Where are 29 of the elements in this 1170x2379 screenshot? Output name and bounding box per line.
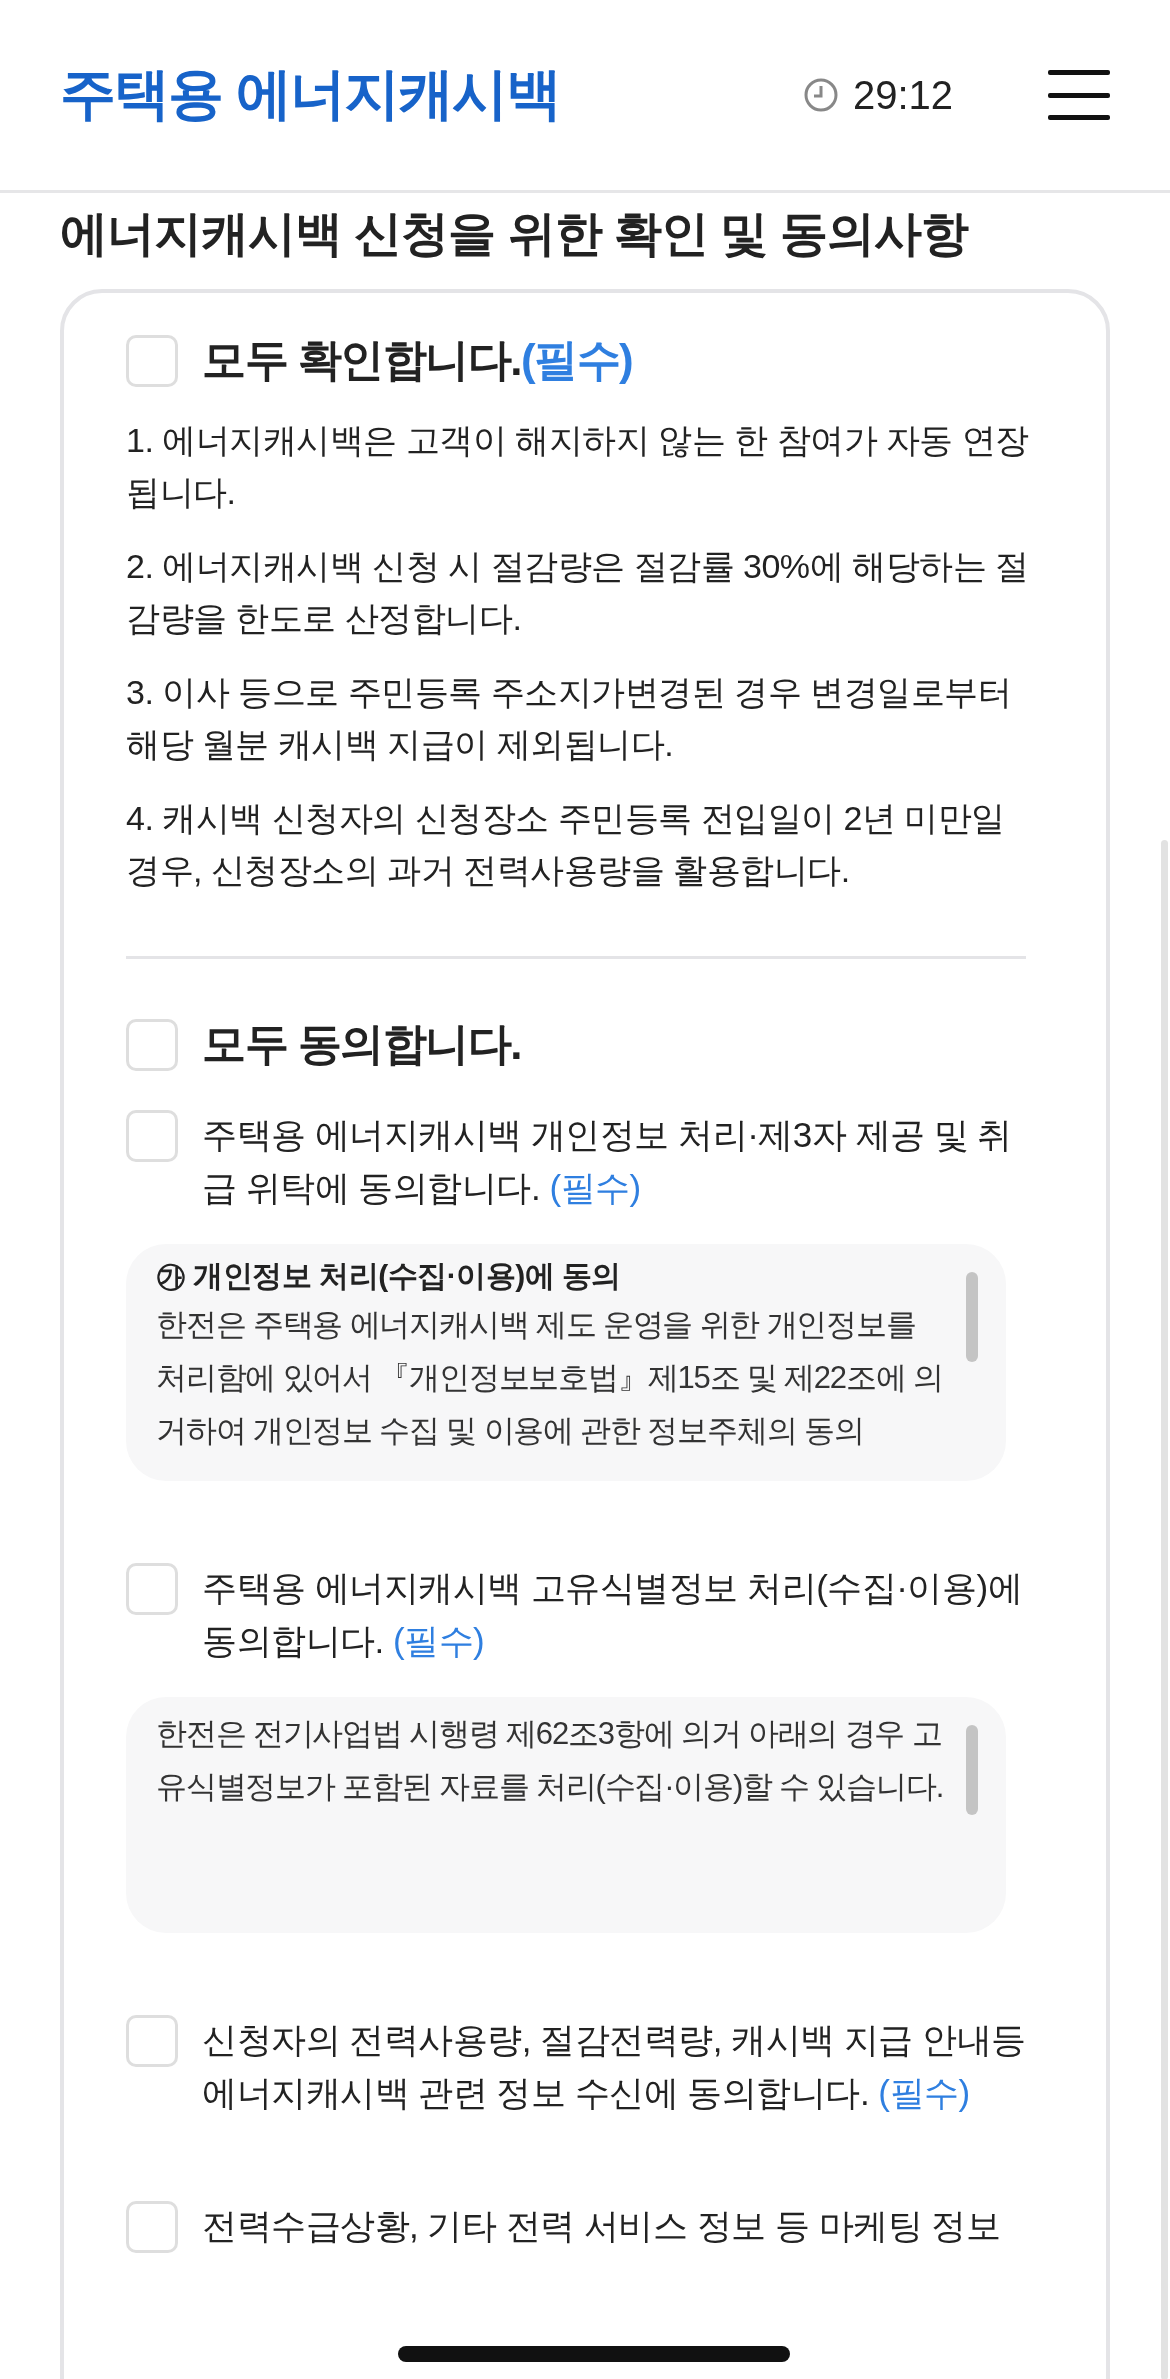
checkbox-label: 모두 동의합니다. <box>202 1017 521 1070</box>
clock-icon <box>802 77 839 113</box>
agreement-label: 주택용 에너지캐시백 고유식별정보 처리(수집·이용)에 동의합니다. (필수) <box>202 1566 1024 1662</box>
checkbox[interactable] <box>126 2200 178 2253</box>
checkbox[interactable] <box>126 1109 178 1162</box>
agreement-label: 전력수급상황, 기타 전력 서비스 정보 등 마케팅 정보 <box>202 2204 1002 2247</box>
page-title: 에너지캐시백 신청을 위한 확인 및 동의사항 <box>60 206 970 262</box>
checkbox[interactable] <box>126 1018 178 1071</box>
terms-text: 한전은 전기사업법 시행령 제62조3항에 의거 아래의 경우 고유식별정보가 포함된 자료를 처리(수집·이용)할 수 있습니다. <box>156 1714 945 1806</box>
timer-text: 29:12 <box>852 72 953 118</box>
notice-text: 2. 에너지캐시백 신청 시 절감량은 절감률 30%에 해당하는 절감량을 한도로 산정합니다. <box>126 545 1030 639</box>
agreement-label: 주택용 에너지캐시백 개인정보 처리·제3자 제공 및 취급 위탁에 동의합니다. (필수) <box>202 1113 1013 1209</box>
checkbox[interactable] <box>126 334 178 387</box>
notice-text: 4. 캐시백 신청자의 신청장소 주민등록 전입일이 2년 미만일 경우, 신청장소의 과거 전력사용량을 활용합니다. <box>126 797 1006 891</box>
agreement-label: 신청자의 전력사용량, 절감전력량, 캐시백 지급 안내등 에너지캐시백 관련 정보 수신에 동의합니다. (필수) <box>202 2018 1027 2114</box>
checkbox[interactable] <box>126 1562 178 1615</box>
terms-heading: ㉮ 개인정보 처리(수집·이용)에 동의 <box>156 1257 622 1294</box>
notice-text: 1. 에너지캐시백은 고객이 해지하지 않는 한 참여가 자동 연장됩니다. <box>126 419 1030 513</box>
terms-scroll-box[interactable]: 한전은 전기사업법 시행령 제62조3항에 의거 아래의 경우 고유식별정보가 포함된 자료를 처리(수집·이용)할 수 있습니다. <box>126 1696 1006 1933</box>
checkbox-label: 모두 확인합니다.(필수) <box>202 333 633 386</box>
terms-text: 한전은 주택용 에너지캐시백 제도 운영을 위한 개인정보를 처리함에 있어서 『개인정보보호법』제15조 및 제22조에 의거하여 개인정보 수집 및 이용에 관한 정보주체의 동의 <box>156 1305 944 1450</box>
terms-scroll-box[interactable]: ㉮ 개인정보 처리(수집·이용)에 동의 한전은 주택용 에너지캐시백 제도 운영을 위한 개인정보를 처리함에 있어서 『개인정보보호법』제15조 및 제22조에 의거하여 개인정보 수집 및 이용에 관한 정보주체의 동의 <box>126 1243 1006 1481</box>
notice-text: 3. 이사 등으로 주민등록 주소지가변경된 경우 변경일로부터 해당 월분 캐시백 지급이 제외됩니다. <box>126 671 1013 765</box>
checkbox[interactable] <box>126 2014 178 2067</box>
scrollbar-thumb[interactable] <box>966 1271 978 1362</box>
menu-button[interactable] <box>1048 70 1110 120</box>
scrollbar-thumb[interactable] <box>966 1724 978 1815</box>
logo[interactable]: 주택용 에너지캐시백 <box>60 57 560 133</box>
page-scrollbar[interactable] <box>1161 840 1168 2379</box>
